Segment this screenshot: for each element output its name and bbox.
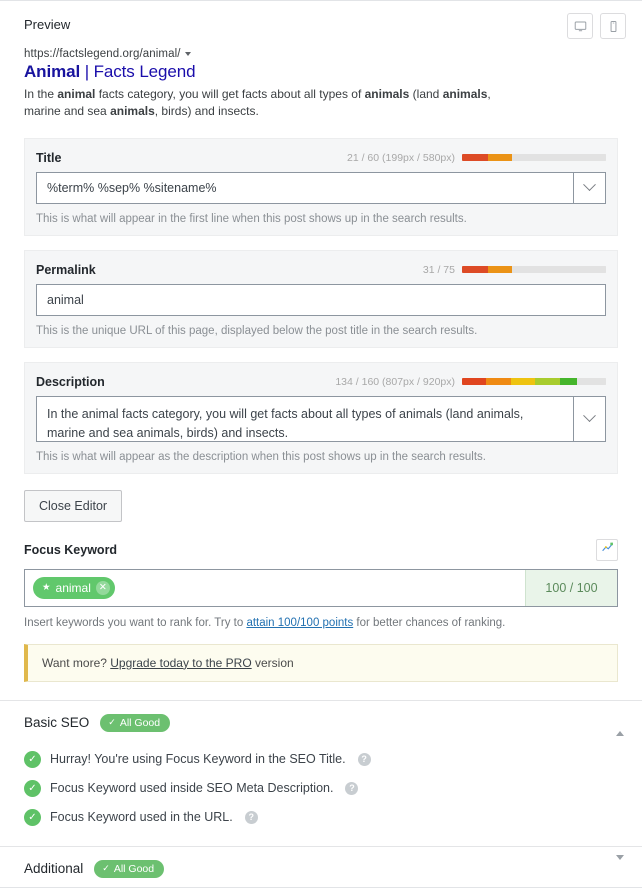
chevron-up-icon bbox=[616, 713, 624, 736]
preview-title: Animal | Facts Legend bbox=[24, 62, 618, 82]
collapse-toggle-basic-seo[interactable] bbox=[616, 713, 624, 736]
title-field-block: Title 21 / 60 (199px / 580px) This is wh… bbox=[24, 137, 618, 236]
description-field-block: Description 134 / 160 (807px / 920px) Th… bbox=[24, 361, 618, 474]
remove-keyword-icon[interactable]: ✕ bbox=[95, 580, 110, 595]
check-icon: ✓ bbox=[102, 863, 110, 874]
pro-notice-before: Want more? bbox=[42, 655, 111, 670]
preview-header: Preview bbox=[0, 1, 642, 39]
title-field-header: Title 21 / 60 (199px / 580px) bbox=[36, 151, 606, 165]
description-label: Description bbox=[36, 374, 105, 389]
focus-keyword-section: Focus Keyword ★ animal ✕ 100 / 100 Inser… bbox=[0, 522, 642, 629]
description-meter: 134 / 160 (807px / 920px) bbox=[335, 376, 606, 388]
title-progress-bar bbox=[462, 154, 606, 162]
permalink-counter: 31 / 75 bbox=[422, 263, 455, 276]
basic-seo-check-list: ✓ Hurray! You're using Focus Keyword in … bbox=[0, 745, 642, 846]
status-badge-label: All Good bbox=[119, 716, 161, 729]
preview-title-keyword: Animal bbox=[24, 62, 81, 81]
upgrade-pro-link[interactable]: Upgrade today to the PRO bbox=[110, 656, 251, 670]
attain-points-link[interactable]: attain 100/100 points bbox=[246, 617, 353, 629]
mobile-icon bbox=[607, 20, 620, 33]
star-icon: ★ bbox=[42, 582, 51, 594]
check-item: ✓ Hurray! You're using Focus Keyword in … bbox=[24, 745, 618, 774]
focus-keyword-hint-after: for better chances of ranking. bbox=[353, 616, 506, 629]
pro-notice-wrap: Want more? Upgrade today to the PRO vers… bbox=[0, 629, 642, 682]
check-circle-icon: ✓ bbox=[24, 808, 41, 826]
title-input[interactable] bbox=[36, 171, 574, 204]
status-badge: ✓ All Good bbox=[94, 859, 165, 878]
rank-math-seo-panel: Preview https://factslegend.org/animal/ … bbox=[0, 0, 642, 888]
desktop-icon bbox=[574, 20, 587, 33]
check-item: ✓ Focus Keyword used in the URL. ? bbox=[24, 803, 618, 832]
section-title: Additional bbox=[24, 861, 84, 877]
description-input-row bbox=[36, 395, 606, 442]
permalink-hint: This is the unique URL of this page, dis… bbox=[36, 324, 478, 337]
check-item-label: Hurray! You're using Focus Keyword in th… bbox=[50, 752, 346, 767]
close-editor-row: Close Editor bbox=[0, 488, 642, 522]
help-icon[interactable]: ? bbox=[345, 781, 359, 795]
description-hint: This is what will appear as the descript… bbox=[36, 450, 486, 463]
collapse-toggle-additional[interactable] bbox=[616, 854, 624, 878]
preview-label: Preview bbox=[24, 17, 71, 32]
focus-keyword-label: Focus Keyword bbox=[24, 542, 118, 557]
permalink-progress-bar bbox=[462, 266, 606, 274]
description-field-header: Description 134 / 160 (807px / 920px) bbox=[36, 375, 606, 389]
section-title: Basic SEO bbox=[24, 715, 90, 731]
serp-preview: https://factslegend.org/animal/ Animal |… bbox=[0, 39, 642, 121]
preview-url-row[interactable]: https://factslegend.org/animal/ bbox=[24, 48, 618, 60]
focus-keyword-field[interactable]: ★ animal ✕ 100 / 100 bbox=[24, 568, 618, 607]
mobile-preview-button[interactable] bbox=[600, 13, 626, 39]
preview-description: In the animal facts category, you will g… bbox=[24, 87, 491, 119]
check-item-label: Focus Keyword used inside SEO Meta Descr… bbox=[50, 781, 334, 796]
help-icon[interactable]: ? bbox=[244, 810, 258, 824]
keyword-tag-label: animal bbox=[55, 580, 91, 595]
keyword-tag[interactable]: ★ animal ✕ bbox=[33, 576, 115, 599]
section-header-additional[interactable]: Additional ✓ All Good bbox=[0, 847, 642, 888]
focus-keyword-hint-before: Insert keywords you want to rank for. Tr… bbox=[24, 616, 247, 629]
check-circle-icon: ✓ bbox=[24, 750, 41, 768]
title-hint: This is what will appear in the first li… bbox=[36, 212, 467, 225]
permalink-field-block: Permalink 31 / 75 This is the unique URL… bbox=[24, 249, 618, 348]
title-variables-button[interactable] bbox=[574, 171, 606, 204]
seo-score: 100 / 100 bbox=[525, 569, 617, 606]
focus-keyword-header: Focus Keyword bbox=[24, 538, 618, 561]
check-item-label: Focus Keyword used in the URL. bbox=[50, 810, 233, 825]
permalink-input-row bbox=[36, 283, 606, 316]
help-icon[interactable]: ? bbox=[357, 752, 371, 766]
permalink-label: Permalink bbox=[36, 262, 96, 277]
chevron-down-icon bbox=[616, 854, 624, 877]
chevron-down-icon bbox=[583, 409, 596, 423]
permalink-input[interactable] bbox=[36, 283, 606, 316]
check-item: ✓ Focus Keyword used inside SEO Meta Des… bbox=[24, 774, 618, 803]
preview-title-rest: | Facts Legend bbox=[80, 62, 196, 81]
title-input-row bbox=[36, 171, 606, 204]
close-editor-button[interactable]: Close Editor bbox=[24, 489, 123, 522]
chevron-down-icon bbox=[583, 178, 596, 192]
desktop-preview-button[interactable] bbox=[567, 13, 593, 39]
pro-notice: Want more? Upgrade today to the PRO vers… bbox=[24, 643, 618, 682]
preview-url: https://factslegend.org/animal/ bbox=[24, 48, 181, 60]
description-input[interactable] bbox=[36, 395, 574, 442]
section-header-basic-seo[interactable]: Basic SEO ✓ All Good bbox=[0, 701, 642, 745]
snippet-editor: Title 21 / 60 (199px / 580px) This is wh… bbox=[0, 121, 642, 474]
focus-keyword-hint: Insert keywords you want to rank for. Tr… bbox=[24, 617, 618, 629]
status-badge: ✓ All Good bbox=[100, 713, 171, 732]
permalink-field-header: Permalink 31 / 75 bbox=[36, 263, 606, 277]
permalink-meter: 31 / 75 bbox=[423, 264, 606, 276]
keyword-trend-button[interactable] bbox=[596, 538, 618, 561]
title-meter: 21 / 60 (199px / 580px) bbox=[347, 152, 606, 164]
pro-notice-after: version bbox=[251, 655, 294, 670]
chevron-down-icon[interactable] bbox=[184, 52, 191, 56]
check-circle-icon: ✓ bbox=[24, 779, 41, 797]
trending-up-icon bbox=[601, 541, 614, 559]
title-counter: 21 / 60 (199px / 580px) bbox=[347, 151, 455, 164]
description-counter: 134 / 160 (807px / 920px) bbox=[335, 375, 455, 388]
check-icon: ✓ bbox=[108, 717, 116, 728]
focus-keyword-tags[interactable]: ★ animal ✕ bbox=[25, 570, 525, 606]
device-toggle bbox=[567, 13, 626, 39]
title-label: Title bbox=[36, 150, 62, 165]
status-badge-label: All Good bbox=[113, 862, 155, 875]
description-variables-button[interactable] bbox=[574, 395, 606, 442]
description-progress-bar bbox=[462, 378, 606, 386]
